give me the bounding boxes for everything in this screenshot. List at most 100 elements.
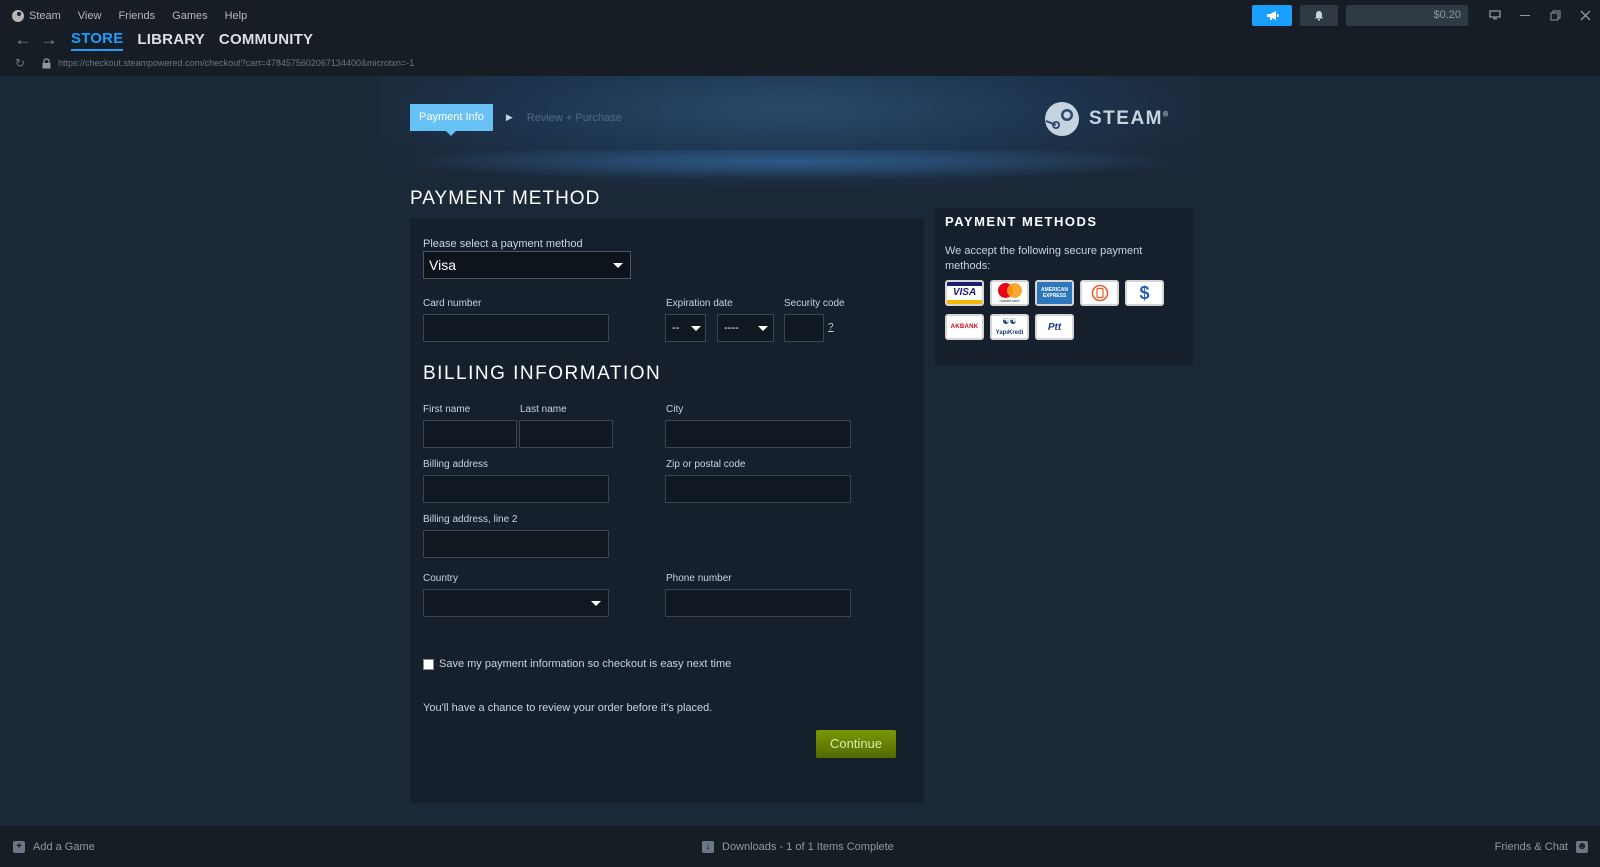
- ptt-logo: Ptt: [1035, 314, 1074, 340]
- payment-method-title: PAYMENT METHOD: [410, 188, 601, 209]
- menu-friends[interactable]: Friends: [118, 10, 155, 22]
- menu-steam[interactable]: Steam: [12, 10, 61, 22]
- billing-information-title: BILLING INFORMATION: [423, 363, 662, 384]
- expiration-month-select[interactable]: --: [665, 314, 706, 342]
- zip-code-input[interactable]: [665, 475, 851, 503]
- forward-arrow-icon[interactable]: →: [36, 30, 62, 50]
- american-express-logo: AMERICAN EXPRESS: [1035, 280, 1074, 306]
- card-number-input[interactable]: [423, 314, 609, 342]
- menu-view[interactable]: View: [78, 10, 102, 22]
- step-payment-info: Payment Info: [410, 104, 493, 136]
- yapikredi-logo: ☯☯ YapıKredi: [990, 314, 1029, 340]
- close-icon: [1580, 10, 1590, 20]
- payment-method-select[interactable]: Visa: [423, 251, 631, 279]
- country-label: Country: [423, 573, 459, 584]
- payment-methods-description: We accept the following secure payment m…: [945, 245, 1143, 272]
- troy-card-logo: [1080, 280, 1119, 306]
- last-name-input[interactable]: [519, 420, 613, 448]
- card-number-label: Card number: [423, 298, 482, 309]
- nav-library[interactable]: LIBRARY: [137, 31, 205, 50]
- url-bar: ↻ https://checkout.steampowered.com/chec…: [10, 56, 414, 70]
- download-icon: ↓: [702, 840, 714, 853]
- payment-methods-panel: PAYMENT METHODS We accept the following …: [935, 208, 1193, 365]
- menu-view-label: View: [77, 10, 102, 22]
- expiration-year-value: ----: [724, 322, 739, 334]
- first-name-input[interactable]: [423, 420, 517, 448]
- add-game-button[interactable]: + Add a Game: [13, 826, 95, 867]
- steam-logo-icon: [12, 10, 24, 22]
- wallet-balance[interactable]: $0.20: [1346, 4, 1468, 26]
- country-select[interactable]: [423, 589, 609, 617]
- review-note: You'll have a chance to review your orde…: [423, 702, 713, 714]
- chevron-down-icon: [591, 601, 601, 606]
- menu-games[interactable]: Games: [172, 10, 207, 22]
- nav-community[interactable]: COMMUNITY: [219, 31, 313, 50]
- billing-address-2-label: Billing address, line 2: [423, 514, 518, 525]
- billing-address-input[interactable]: [423, 475, 609, 503]
- expiration-label: Expiration date: [666, 298, 733, 309]
- minimize-icon: [1520, 14, 1530, 16]
- header-glow: [380, 150, 1200, 180]
- zip-code-label: Zip or postal code: [666, 459, 746, 470]
- mastercard-logo: mastercard: [990, 280, 1029, 306]
- steam-logo-icon: [1045, 102, 1079, 136]
- last-name-label: Last name: [520, 404, 567, 415]
- menu-games-label: Games: [172, 10, 208, 22]
- announcements-button[interactable]: [1252, 4, 1292, 26]
- megaphone-icon: [1266, 10, 1278, 20]
- reload-icon[interactable]: ↻: [10, 56, 30, 70]
- menu-friends-label: Friends: [118, 10, 156, 22]
- save-payment-label[interactable]: Save my payment information so checkout …: [439, 658, 731, 670]
- expiration-year-select[interactable]: ----: [717, 314, 774, 342]
- phone-number-input[interactable]: [665, 589, 851, 617]
- downloads-label: Downloads - 1 of 1 Items Complete: [722, 840, 894, 853]
- window-controls: $0.20: [1252, 4, 1600, 26]
- save-payment-row: Save my payment information so checkout …: [423, 658, 731, 670]
- expiration-month-value: --: [672, 322, 680, 334]
- dollar-payment-logo: $: [1125, 280, 1164, 306]
- steam-brand-logo: STEAM®: [1044, 101, 1170, 137]
- continue-button[interactable]: Continue: [816, 730, 896, 758]
- payment-methods-title: PAYMENT METHODS: [945, 214, 1098, 229]
- visa-logo: VISA: [945, 280, 984, 306]
- city-input[interactable]: [665, 420, 851, 448]
- restore-button[interactable]: [1540, 5, 1570, 26]
- first-name-label: First name: [423, 404, 471, 415]
- monitor-icon: [1489, 10, 1501, 20]
- nav-store[interactable]: STORE: [71, 30, 124, 51]
- navigation-bar: ← → STORE LIBRARY COMMUNITY: [10, 28, 313, 52]
- bell-icon: [1315, 10, 1323, 20]
- minimize-button[interactable]: [1510, 5, 1540, 26]
- chevron-down-icon: [613, 263, 623, 268]
- phone-number-label: Phone number: [666, 573, 732, 584]
- checkout-steps: Payment Info ▶ Review + Purchase: [410, 104, 622, 136]
- chevron-down-icon: [758, 326, 768, 331]
- security-code-input[interactable]: [784, 314, 824, 342]
- city-label: City: [666, 404, 684, 415]
- friends-chat-label: Friends & Chat: [1494, 840, 1568, 853]
- friends-chat-button[interactable]: Friends & Chat ☻: [1495, 826, 1588, 867]
- billing-address-2-input[interactable]: [423, 530, 609, 558]
- close-window-button[interactable]: [1570, 5, 1600, 26]
- payment-form-panel: Please select a payment method Visa Card…: [410, 218, 924, 803]
- payment-method-value: Visa: [429, 257, 456, 273]
- menu-steam-label: Steam: [29, 10, 61, 22]
- back-arrow-icon[interactable]: ←: [10, 30, 36, 50]
- downloads-status[interactable]: ↓ Downloads - 1 of 1 Items Complete: [702, 826, 894, 867]
- big-picture-button[interactable]: [1480, 5, 1510, 26]
- title-bar: Steam View Friends Games Help $0.20 ← → …: [0, 0, 1600, 76]
- url-text[interactable]: https://checkout.steampowered.com/checko…: [58, 58, 414, 68]
- chevron-down-icon: [691, 326, 701, 331]
- friends-chat-icon: ☻: [1576, 840, 1588, 853]
- menu-help[interactable]: Help: [225, 10, 248, 22]
- restore-icon: [1550, 10, 1560, 20]
- lock-icon: [40, 57, 52, 69]
- menu-bar: Steam View Friends Games Help: [12, 6, 264, 26]
- akbank-logo: AKBANK: [945, 314, 984, 340]
- notifications-button[interactable]: [1300, 4, 1338, 26]
- save-payment-checkbox[interactable]: [423, 658, 434, 670]
- menu-help-label: Help: [224, 10, 248, 22]
- bottom-bar: + Add a Game ↓ Downloads - 1 of 1 Items …: [0, 826, 1600, 867]
- step-arrow-icon: ▶: [505, 112, 513, 122]
- security-code-help-link[interactable]: ?: [828, 322, 834, 333]
